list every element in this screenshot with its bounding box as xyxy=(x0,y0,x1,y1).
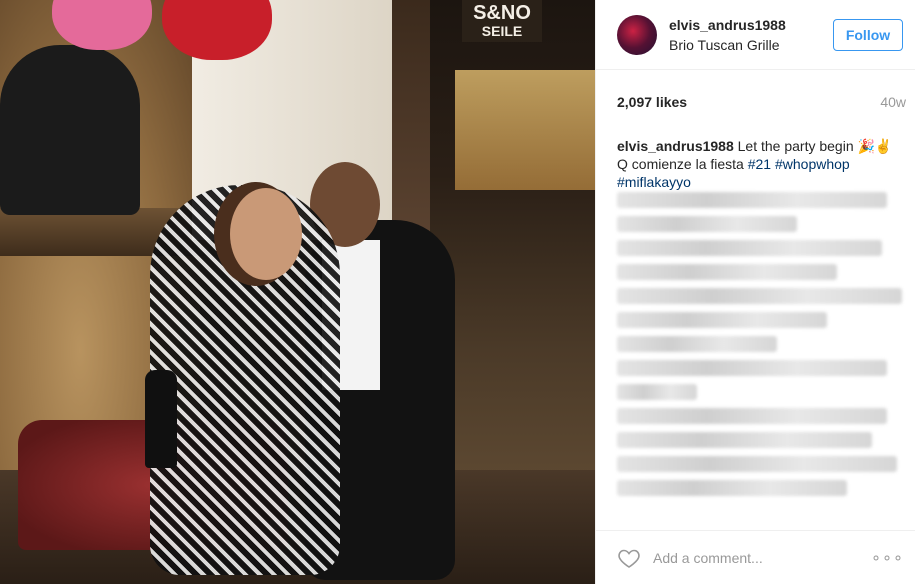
sign-line-2: SEILE xyxy=(481,23,523,39)
blurred-comment xyxy=(617,384,697,400)
post-meta: 2,097 likes 40w xyxy=(596,70,915,110)
location-link[interactable]: Brio Tuscan Grille xyxy=(669,37,833,53)
post-photo[interactable]: S&NO SEILE xyxy=(0,0,595,584)
blurred-comment xyxy=(617,408,887,424)
window xyxy=(455,70,595,190)
blurred-comment xyxy=(617,432,872,448)
caption-text: Let the party begin 🎉✌️ xyxy=(737,138,893,154)
comment-input[interactable]: Add a comment... xyxy=(653,550,871,566)
hashtag-whopwhop[interactable]: #whopwhop xyxy=(775,156,850,172)
post-sidebar: elvis_andrus1988 Brio Tuscan Grille Foll… xyxy=(595,0,915,584)
comment-bar: Add a comment... ∘∘∘ xyxy=(596,530,915,584)
blurred-comment xyxy=(617,360,887,376)
caption-line2: Q comienze la fiesta xyxy=(617,156,744,172)
blurred-comment xyxy=(617,192,887,208)
champagne-bottle xyxy=(145,370,177,468)
more-options-icon[interactable]: ∘∘∘ xyxy=(871,548,904,568)
blurred-comment xyxy=(617,288,902,304)
avatar[interactable] xyxy=(617,14,657,55)
header-text: elvis_andrus1988 Brio Tuscan Grille xyxy=(669,17,833,53)
caption-username[interactable]: elvis_andrus1988 xyxy=(617,138,734,154)
blurred-comment xyxy=(617,264,837,280)
blurred-comments xyxy=(617,192,902,504)
blurred-comment xyxy=(617,456,897,472)
restaurant-sign: S&NO SEILE xyxy=(462,0,542,42)
instagram-post: S&NO SEILE elvis_andrus1988 Brio Tuscan … xyxy=(0,0,915,584)
post-age[interactable]: 40w xyxy=(880,94,906,110)
sign-line-1: S&NO xyxy=(473,2,531,24)
blurred-comment xyxy=(617,336,777,352)
hashtag-21[interactable]: #21 xyxy=(748,156,771,172)
post-header: elvis_andrus1988 Brio Tuscan Grille Foll… xyxy=(596,0,915,70)
blurred-comment xyxy=(617,480,847,496)
likes-count[interactable]: 2,097 likes xyxy=(617,94,687,110)
blurred-comment xyxy=(617,312,827,328)
follow-button[interactable]: Follow xyxy=(833,18,903,51)
username-link[interactable]: elvis_andrus1988 xyxy=(669,17,833,33)
background-person xyxy=(0,45,140,215)
heart-icon[interactable] xyxy=(617,546,641,570)
hashtag-miflakayyo[interactable]: #miflakayyo xyxy=(617,174,691,190)
woman-head xyxy=(230,188,302,280)
blurred-comment xyxy=(617,240,882,256)
blurred-comment xyxy=(617,216,797,232)
caption: elvis_andrus1988 Let the party begin 🎉✌️… xyxy=(596,110,915,191)
